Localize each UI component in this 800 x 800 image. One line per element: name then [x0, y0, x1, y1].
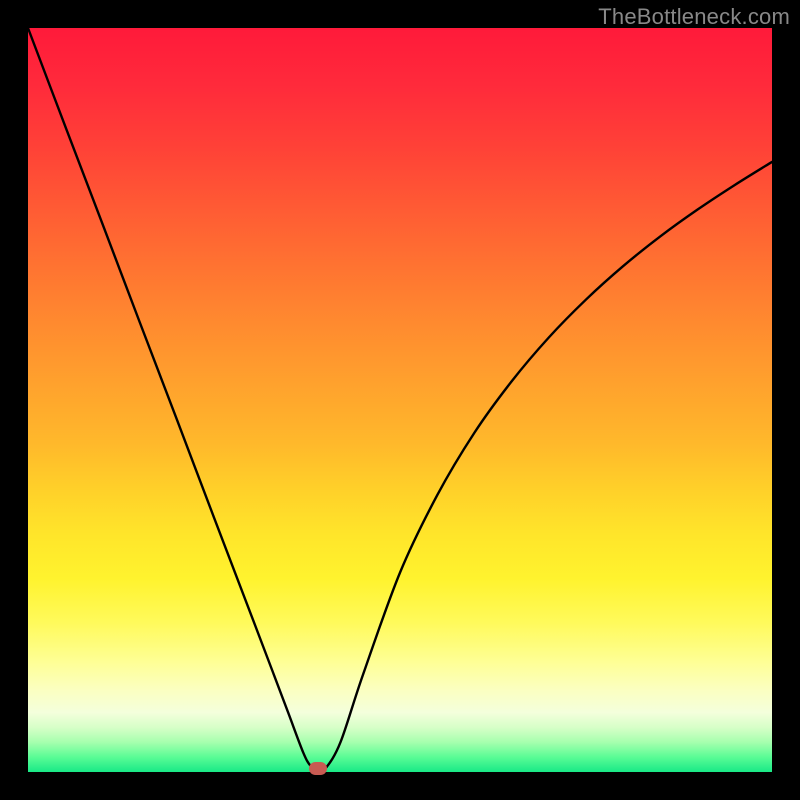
watermark-text: TheBottleneck.com: [598, 4, 790, 30]
plot-area: [28, 28, 772, 772]
bottleneck-curve: [28, 28, 772, 772]
chart-frame: TheBottleneck.com: [0, 0, 800, 800]
optimal-marker: [309, 762, 327, 775]
